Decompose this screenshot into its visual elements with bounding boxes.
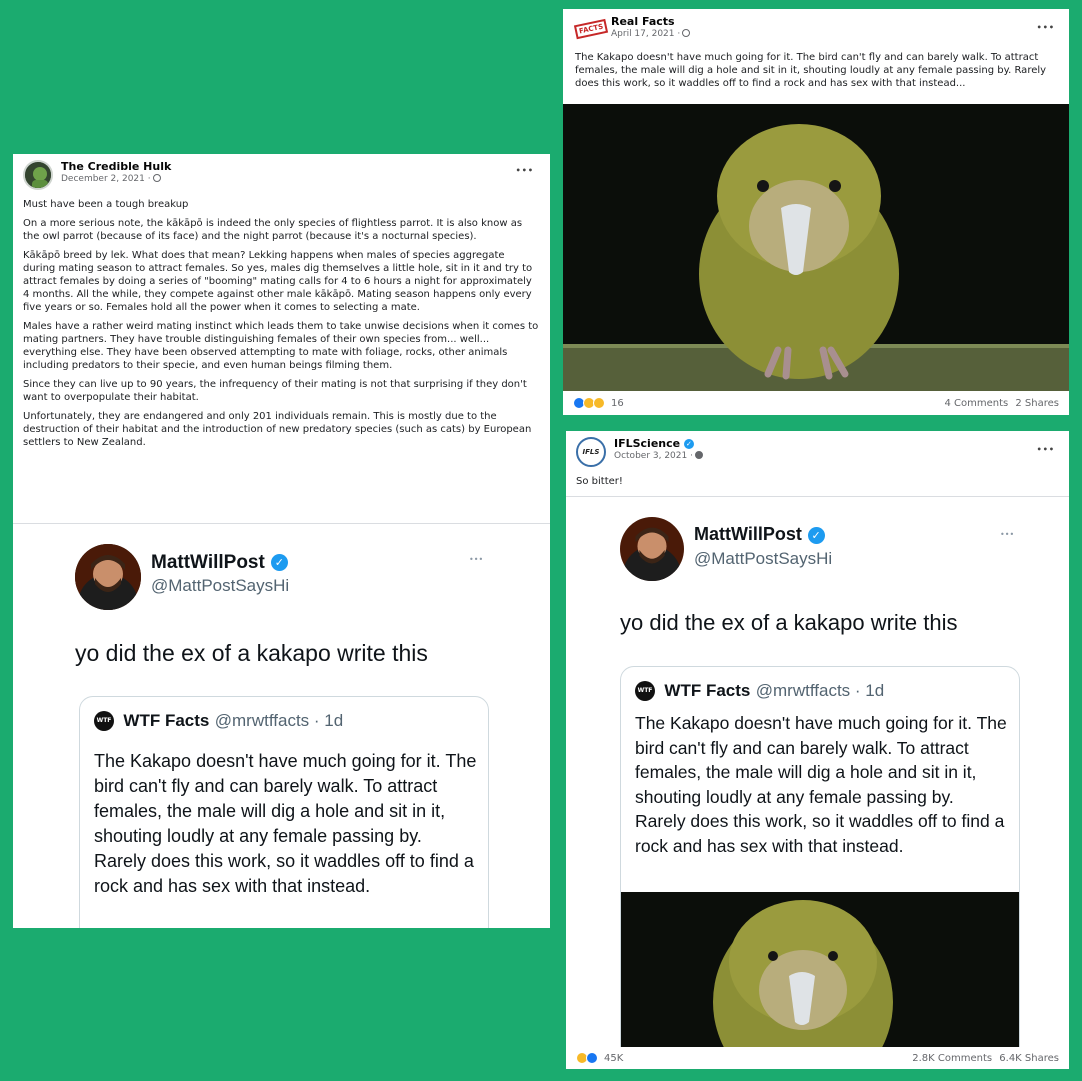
shares-count[interactable]: 2 Shares <box>1015 398 1059 409</box>
top-right-post-footer: 16 4 Comments 2 Shares <box>563 391 1069 415</box>
left-post-paragraph: Kākāpō breed by lek. What does that mean… <box>23 250 533 313</box>
reaction-count[interactable]: 45K <box>604 1053 623 1064</box>
quoted-tweet-text: The Kakapo doesn't have much going for i… <box>94 751 477 896</box>
wow-reaction-icon <box>593 397 605 409</box>
left-post-date-text[interactable]: December 2, 2021 · <box>61 174 151 184</box>
like-reaction-icon <box>586 1052 598 1064</box>
quoted-kakapo-photo <box>621 892 1019 1047</box>
quoted-author-name: WTF Facts <box>664 681 751 700</box>
quoted-tweet: WTF WTF Facts @mrwtffacts · 1d The Kakap… <box>79 696 489 928</box>
bottom-right-post-header: IFLS IFLScience ✓ October 3, 2021 · ••• <box>566 431 1069 467</box>
top-right-post-date[interactable]: April 17, 2021 · <box>611 28 691 40</box>
tweet-author-name: MattWillPost <box>151 552 265 573</box>
tweet-author-avatar <box>620 517 684 581</box>
left-tweet-image[interactable]: MattWillPost ✓ @MattPostSaysHi ••• yo di… <box>13 524 550 928</box>
left-post-paragraph: On a more serious note, the kākāpō is in… <box>23 218 523 242</box>
left-author-name[interactable]: The Credible Hulk <box>61 160 171 173</box>
bottom-right-post-footer: 45K 2.8K Comments 6.4K Shares <box>566 1047 1069 1069</box>
reactions-summary[interactable]: 45K <box>576 1052 623 1064</box>
bottom-right-author-line[interactable]: IFLScience ✓ <box>614 437 703 450</box>
tweet-text: yo did the ex of a kakapo write this <box>75 640 428 666</box>
quoted-tweet: WTF WTF Facts @mrwtffacts · 1d The Kakap… <box>620 666 1020 1047</box>
left-post-header: The Credible Hulk December 2, 2021 · ••• <box>13 154 550 190</box>
bottom-right-author-name[interactable]: IFLScience <box>614 437 680 450</box>
tweet-text: yo did the ex of a kakapo write this <box>620 610 958 635</box>
reactions-summary[interactable]: 16 <box>573 397 624 409</box>
real-facts-logo[interactable]: FACTS <box>573 15 609 43</box>
kakapo-photo[interactable] <box>563 104 1069 391</box>
globe-icon <box>682 29 691 37</box>
wtf-facts-logo: WTF <box>635 681 655 701</box>
bottom-right-post-caption: So bitter! <box>576 476 623 487</box>
tweet-more-icon: ••• <box>1000 530 1015 539</box>
tweet-author-line: MattWillPost ✓ <box>694 524 825 545</box>
top-right-more-options-icon[interactable]: ••• <box>1037 23 1055 32</box>
quoted-tweet-text: The Kakapo doesn't have much going for i… <box>635 713 1007 856</box>
comments-count[interactable]: 2.8K Comments <box>912 1053 992 1064</box>
real-facts-stamp: FACTS <box>573 18 609 40</box>
tweet-author-name: MattWillPost <box>694 524 802 544</box>
quoted-author-handle: @mrwtffacts · 1d <box>755 681 885 700</box>
top-right-post-caption: The Kakapo doesn't have much going for i… <box>575 52 1047 89</box>
bottom-right-post-date-text[interactable]: October 3, 2021 · <box>614 451 693 461</box>
tweet-author-line: MattWillPost ✓ <box>151 551 288 574</box>
verified-badge-icon: ✓ <box>807 526 825 544</box>
engagement-stats: 4 Comments 2 Shares <box>944 398 1059 409</box>
left-post-date[interactable]: December 2, 2021 · <box>61 173 171 185</box>
top-right-author-name[interactable]: Real Facts <box>611 15 690 28</box>
engagement-stats: 2.8K Comments 6.4K Shares <box>912 1053 1059 1064</box>
bottom-right-post-card: IFLS IFLScience ✓ October 3, 2021 · ••• … <box>566 431 1069 1069</box>
left-post-caption: Must have been a tough breakup <box>23 199 189 210</box>
iflscience-logo[interactable]: IFLS <box>576 437 606 467</box>
verified-badge-icon: ✓ <box>270 554 288 571</box>
verified-badge-icon: ✓ <box>683 439 694 449</box>
quoted-author-name: WTF Facts <box>123 711 210 730</box>
comments-count[interactable]: 4 Comments <box>944 398 1008 409</box>
quoted-author-handle: @mrwtffacts · 1d <box>214 711 344 730</box>
left-more-options-icon[interactable]: ••• <box>516 166 534 175</box>
globe-icon <box>152 174 161 182</box>
left-post-paragraph: Males have a rather weird mating instinc… <box>23 321 539 371</box>
tweet-author-avatar <box>75 544 141 610</box>
top-right-post-header: FACTS Real Facts April 17, 2021 · ••• <box>563 9 1069 43</box>
quoted-tweet-header: WTF WTF Facts @mrwtffacts · 1d <box>94 711 343 731</box>
quoted-tweet-header: WTF WTF Facts @mrwtffacts · 1d <box>635 681 884 701</box>
shares-count[interactable]: 6.4K Shares <box>999 1053 1059 1064</box>
tweet-author-handle: @MattPostSaysHi <box>694 549 833 568</box>
tweet-author-handle: @MattPostSaysHi <box>151 576 290 595</box>
bottom-right-tweet-image[interactable]: MattWillPost ✓ @MattPostSaysHi ••• yo di… <box>566 497 1069 1047</box>
bottom-right-post-date[interactable]: October 3, 2021 · <box>614 450 703 462</box>
left-post-paragraph: Since they can live up to 90 years, the … <box>23 379 527 403</box>
left-post-text: Must have been a tough breakup On a more… <box>13 190 550 449</box>
bottom-right-more-options-icon[interactable]: ••• <box>1037 445 1055 454</box>
reaction-count[interactable]: 16 <box>611 398 624 409</box>
top-right-post-date-text[interactable]: April 17, 2021 · <box>611 29 680 39</box>
top-right-post-card: FACTS Real Facts April 17, 2021 · ••• Th… <box>563 9 1069 415</box>
iflscience-logo-text: IFLS <box>582 448 600 456</box>
gear-icon <box>694 451 703 459</box>
tweet-more-icon: ••• <box>469 555 484 564</box>
wtf-facts-logo: WTF <box>94 711 114 731</box>
left-post-paragraph: Unfortunately, they are endangered and o… <box>23 411 532 448</box>
left-post-card: The Credible Hulk December 2, 2021 · •••… <box>13 154 550 928</box>
left-author-avatar[interactable] <box>23 160 53 190</box>
